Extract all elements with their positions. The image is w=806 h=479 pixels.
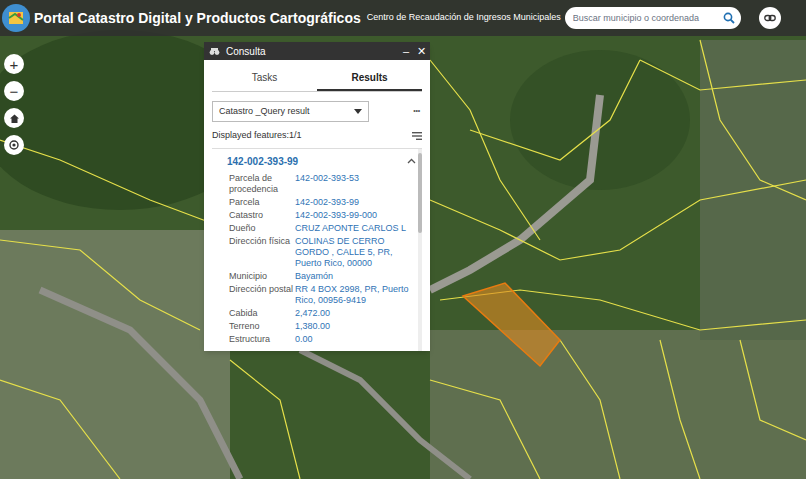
tab[interactable]: Results <box>317 70 422 91</box>
attribute-row: Parcela142-002-393-99 <box>229 197 416 208</box>
tab[interactable]: Tasks <box>212 70 317 91</box>
search-input[interactable] <box>565 7 717 29</box>
attribute-label: Municipio <box>229 271 295 282</box>
result-dropdown[interactable]: Catastro _Query result <box>212 101 369 122</box>
attribute-row: Catastro142-002-393-99-000 <box>229 210 416 221</box>
attribute-row: Dirección postalRR 4 BOX 2998, PR, Puert… <box>229 284 416 306</box>
attribute-row: DueñoCRUZ APONTE CARLOS L <box>229 223 416 234</box>
app-subtitle: Centro de Recaudación de Ingresos Munici… <box>367 11 561 25</box>
search-icon[interactable] <box>723 12 735 24</box>
attribute-label: Dirección física <box>229 236 295 269</box>
attribute-label: Dirección postal <box>229 284 295 306</box>
attribute-value: 2,472.00 <box>295 308 416 319</box>
attribute-label: Parcela de procedencia <box>229 173 295 195</box>
attribute-row: MunicipioBayamón <box>229 271 416 282</box>
dropdown-value: Catastro _Query result <box>219 105 354 119</box>
feature-section: 142-002-393-99Parcela de procedencia142-… <box>212 148 422 352</box>
attribute-row: Dirección físicaCOLINAS DE CERRO GORDO ,… <box>229 236 416 269</box>
logo-icon[interactable] <box>2 4 30 32</box>
panel-title-bar: Consulta–✕ <box>204 42 430 60</box>
zoom-out-button[interactable]: − <box>4 81 24 101</box>
map-controls: +− <box>4 54 24 155</box>
map-app: Portal Catastro Digital y Productos Cart… <box>0 0 806 479</box>
search-button[interactable] <box>717 7 741 29</box>
displayed-count: Displayed features:1/1 <box>212 129 412 143</box>
selected-parcel[interactable] <box>463 283 560 366</box>
feature-header[interactable]: 142-002-393-99 <box>227 149 416 173</box>
link-icon <box>764 12 776 24</box>
query-icon <box>208 45 220 57</box>
app-title: Portal Catastro Digital y Productos Cart… <box>34 8 361 29</box>
attribute-label: Dueño <box>229 223 295 234</box>
zoom-in-button[interactable]: + <box>4 54 24 74</box>
panel-title: Consulta <box>226 44 395 59</box>
attribute-row: Parcela de procedencia142-002-393-53 <box>229 173 416 195</box>
attribute-label: Cabida <box>229 308 295 319</box>
dropdown-arrow-icon <box>354 109 362 115</box>
attribute-value: CRUZ APONTE CARLOS L <box>295 223 416 234</box>
feature-title: 142-002-393-99 <box>227 154 407 169</box>
attribute-row: Terreno1,380.00 <box>229 321 416 332</box>
attribute-value: 142-002-393-53 <box>295 173 416 195</box>
attribute-value: 142-002-393-99-000 <box>295 210 416 221</box>
share-link-button[interactable] <box>759 7 781 29</box>
result-row: Catastro _Query result ••• <box>212 101 422 122</box>
attribute-value: Bayamón <box>295 271 416 282</box>
attribute-value: 142-002-393-99 <box>295 197 416 208</box>
attribute-value: RR 4 BOX 2998, PR, Puerto Rico, 00956-94… <box>295 284 416 306</box>
feature-content: 142-002-393-99Parcela de procedencia142-… <box>212 149 418 352</box>
search-box <box>565 7 741 29</box>
header-bar: Portal Catastro Digital y Productos Cart… <box>0 0 806 36</box>
minimize-button[interactable]: – <box>403 46 409 57</box>
more-options-button[interactable]: ••• <box>413 106 420 117</box>
displayed-row: Displayed features:1/1 <box>212 129 422 143</box>
scrollbar-thumb[interactable] <box>418 153 422 233</box>
locate-icon <box>8 139 20 151</box>
list-options-icon[interactable] <box>412 131 422 141</box>
attribute-value: COLINAS DE CERRO GORDO , CALLE 5, PR, Pu… <box>295 236 416 269</box>
attribute-row: Cabida2,472.00 <box>229 308 416 319</box>
attribute-value: 0.00 <box>295 334 416 345</box>
attribute-label: Estructura <box>229 334 295 345</box>
tab-bar: TasksResults <box>212 70 422 92</box>
attribute-label: Catastro <box>229 210 295 221</box>
attribute-value: 1,380.00 <box>295 321 416 332</box>
locate-button[interactable] <box>4 135 24 155</box>
attribute-label: Terreno <box>229 321 295 332</box>
query-panel: Consulta–✕ TasksResults Catastro _Query re… <box>204 42 430 351</box>
attribute-list: Parcela de procedencia142-002-393-53Parc… <box>227 173 416 345</box>
home-button[interactable] <box>4 108 24 128</box>
close-button[interactable]: ✕ <box>417 46 426 57</box>
attribute-row: Estructura0.00 <box>229 334 416 345</box>
collapse-icon[interactable] <box>407 158 416 164</box>
attribute-label: Parcela <box>229 197 295 208</box>
home-icon <box>9 113 20 124</box>
scrollbar[interactable] <box>418 149 422 352</box>
